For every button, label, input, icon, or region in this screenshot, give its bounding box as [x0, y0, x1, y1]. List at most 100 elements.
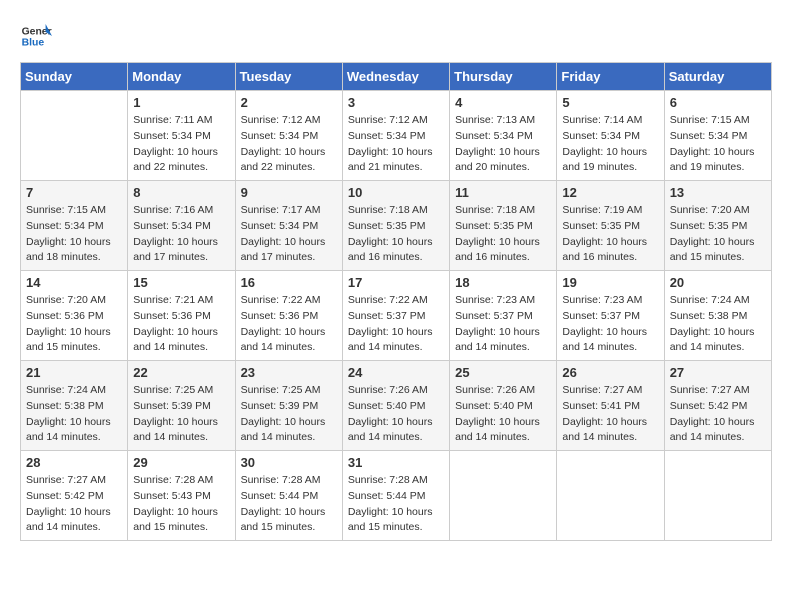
- day-number: 15: [133, 275, 229, 290]
- day-info: Sunrise: 7:25 AMSunset: 5:39 PMDaylight:…: [241, 383, 337, 446]
- day-info: Sunrise: 7:12 AMSunset: 5:34 PMDaylight:…: [241, 113, 337, 176]
- day-info: Sunrise: 7:13 AMSunset: 5:34 PMDaylight:…: [455, 113, 551, 176]
- day-info: Sunrise: 7:28 AMSunset: 5:44 PMDaylight:…: [241, 473, 337, 536]
- day-info: Sunrise: 7:16 AMSunset: 5:34 PMDaylight:…: [133, 203, 229, 266]
- svg-text:Blue: Blue: [22, 38, 45, 49]
- day-number: 17: [348, 275, 444, 290]
- day-info: Sunrise: 7:27 AMSunset: 5:42 PMDaylight:…: [26, 473, 122, 536]
- calendar-cell: 30 Sunrise: 7:28 AMSunset: 5:44 PMDayligh…: [235, 451, 342, 541]
- day-info: Sunrise: 7:27 AMSunset: 5:41 PMDaylight:…: [562, 383, 658, 446]
- day-info: Sunrise: 7:19 AMSunset: 5:35 PMDaylight:…: [562, 203, 658, 266]
- day-number: 18: [455, 275, 551, 290]
- day-number: 5: [562, 95, 658, 110]
- day-info: Sunrise: 7:28 AMSunset: 5:44 PMDaylight:…: [348, 473, 444, 536]
- weekday-tuesday: Tuesday: [235, 63, 342, 91]
- calendar-cell: [21, 91, 128, 181]
- day-number: 11: [455, 185, 551, 200]
- week-row-2: 14 Sunrise: 7:20 AMSunset: 5:36 PMDayligh…: [21, 271, 772, 361]
- day-info: Sunrise: 7:25 AMSunset: 5:39 PMDaylight:…: [133, 383, 229, 446]
- calendar-cell: 19 Sunrise: 7:23 AMSunset: 5:37 PMDayligh…: [557, 271, 664, 361]
- day-number: 22: [133, 365, 229, 380]
- day-number: 1: [133, 95, 229, 110]
- calendar-cell: [557, 451, 664, 541]
- day-info: Sunrise: 7:26 AMSunset: 5:40 PMDaylight:…: [455, 383, 551, 446]
- day-number: 19: [562, 275, 658, 290]
- day-number: 26: [562, 365, 658, 380]
- day-number: 28: [26, 455, 122, 470]
- day-info: Sunrise: 7:20 AMSunset: 5:35 PMDaylight:…: [670, 203, 766, 266]
- day-number: 4: [455, 95, 551, 110]
- day-number: 10: [348, 185, 444, 200]
- weekday-monday: Monday: [128, 63, 235, 91]
- week-row-1: 7 Sunrise: 7:15 AMSunset: 5:34 PMDaylight…: [21, 181, 772, 271]
- calendar-cell: 5Sunrise: 7:14 AMSunset: 5:34 PMDaylight…: [557, 91, 664, 181]
- day-number: 13: [670, 185, 766, 200]
- day-number: 3: [348, 95, 444, 110]
- day-info: Sunrise: 7:15 AMSunset: 5:34 PMDaylight:…: [670, 113, 766, 176]
- weekday-thursday: Thursday: [450, 63, 557, 91]
- calendar-cell: [450, 451, 557, 541]
- calendar-cell: 16 Sunrise: 7:22 AMSunset: 5:36 PMDayligh…: [235, 271, 342, 361]
- calendar-cell: 11 Sunrise: 7:18 AMSunset: 5:35 PMDayligh…: [450, 181, 557, 271]
- calendar-cell: 25 Sunrise: 7:26 AMSunset: 5:40 PMDayligh…: [450, 361, 557, 451]
- day-info: Sunrise: 7:18 AMSunset: 5:35 PMDaylight:…: [455, 203, 551, 266]
- day-number: 12: [562, 185, 658, 200]
- calendar-cell: 26 Sunrise: 7:27 AMSunset: 5:41 PMDayligh…: [557, 361, 664, 451]
- week-row-0: 1Sunrise: 7:11 AMSunset: 5:34 PMDaylight…: [21, 91, 772, 181]
- day-info: Sunrise: 7:23 AMSunset: 5:37 PMDaylight:…: [455, 293, 551, 356]
- day-number: 21: [26, 365, 122, 380]
- day-number: 25: [455, 365, 551, 380]
- calendar-cell: 22 Sunrise: 7:25 AMSunset: 5:39 PMDayligh…: [128, 361, 235, 451]
- day-number: 29: [133, 455, 229, 470]
- calendar-cell: 13 Sunrise: 7:20 AMSunset: 5:35 PMDayligh…: [664, 181, 771, 271]
- calendar-cell: 29 Sunrise: 7:28 AMSunset: 5:43 PMDayligh…: [128, 451, 235, 541]
- day-number: 2: [241, 95, 337, 110]
- calendar-cell: 3 Sunrise: 7:12 AMSunset: 5:34 PMDaylight…: [342, 91, 449, 181]
- week-row-4: 28 Sunrise: 7:27 AMSunset: 5:42 PMDayligh…: [21, 451, 772, 541]
- day-number: 30: [241, 455, 337, 470]
- day-number: 7: [26, 185, 122, 200]
- calendar-cell: 23 Sunrise: 7:25 AMSunset: 5:39 PMDayligh…: [235, 361, 342, 451]
- day-number: 24: [348, 365, 444, 380]
- calendar-table: SundayMondayTuesdayWednesdayThursdayFrid…: [20, 62, 772, 541]
- calendar-body: 1Sunrise: 7:11 AMSunset: 5:34 PMDaylight…: [21, 91, 772, 541]
- weekday-header-row: SundayMondayTuesdayWednesdayThursdayFrid…: [21, 63, 772, 91]
- day-number: 20: [670, 275, 766, 290]
- weekday-sunday: Sunday: [21, 63, 128, 91]
- day-info: Sunrise: 7:15 AMSunset: 5:34 PMDaylight:…: [26, 203, 122, 266]
- weekday-saturday: Saturday: [664, 63, 771, 91]
- weekday-friday: Friday: [557, 63, 664, 91]
- day-info: Sunrise: 7:12 AMSunset: 5:34 PMDaylight:…: [348, 113, 444, 176]
- calendar-cell: 2 Sunrise: 7:12 AMSunset: 5:34 PMDaylight…: [235, 91, 342, 181]
- day-number: 27: [670, 365, 766, 380]
- weekday-wednesday: Wednesday: [342, 63, 449, 91]
- calendar-cell: [664, 451, 771, 541]
- calendar-cell: 27 Sunrise: 7:27 AMSunset: 5:42 PMDayligh…: [664, 361, 771, 451]
- day-number: 31: [348, 455, 444, 470]
- day-info: Sunrise: 7:22 AMSunset: 5:36 PMDaylight:…: [241, 293, 337, 356]
- day-number: 23: [241, 365, 337, 380]
- day-info: Sunrise: 7:26 AMSunset: 5:40 PMDaylight:…: [348, 383, 444, 446]
- day-number: 14: [26, 275, 122, 290]
- calendar-cell: 9Sunrise: 7:17 AMSunset: 5:34 PMDaylight…: [235, 181, 342, 271]
- day-info: Sunrise: 7:18 AMSunset: 5:35 PMDaylight:…: [348, 203, 444, 266]
- calendar-cell: 6 Sunrise: 7:15 AMSunset: 5:34 PMDaylight…: [664, 91, 771, 181]
- calendar-cell: 10 Sunrise: 7:18 AMSunset: 5:35 PMDayligh…: [342, 181, 449, 271]
- calendar-cell: 12 Sunrise: 7:19 AMSunset: 5:35 PMDayligh…: [557, 181, 664, 271]
- day-info: Sunrise: 7:22 AMSunset: 5:37 PMDaylight:…: [348, 293, 444, 356]
- day-number: 6: [670, 95, 766, 110]
- calendar-cell: 18 Sunrise: 7:23 AMSunset: 5:37 PMDayligh…: [450, 271, 557, 361]
- calendar-cell: 24 Sunrise: 7:26 AMSunset: 5:40 PMDayligh…: [342, 361, 449, 451]
- calendar-cell: 31 Sunrise: 7:28 AMSunset: 5:44 PMDayligh…: [342, 451, 449, 541]
- day-info: Sunrise: 7:27 AMSunset: 5:42 PMDaylight:…: [670, 383, 766, 446]
- day-info: Sunrise: 7:21 AMSunset: 5:36 PMDaylight:…: [133, 293, 229, 356]
- day-info: Sunrise: 7:23 AMSunset: 5:37 PMDaylight:…: [562, 293, 658, 356]
- day-info: Sunrise: 7:20 AMSunset: 5:36 PMDaylight:…: [26, 293, 122, 356]
- page-header: General Blue: [20, 20, 772, 52]
- week-row-3: 21Sunrise: 7:24 AMSunset: 5:38 PMDayligh…: [21, 361, 772, 451]
- logo: General Blue: [20, 20, 52, 52]
- calendar-cell: 4 Sunrise: 7:13 AMSunset: 5:34 PMDaylight…: [450, 91, 557, 181]
- calendar-cell: 21Sunrise: 7:24 AMSunset: 5:38 PMDayligh…: [21, 361, 128, 451]
- day-number: 16: [241, 275, 337, 290]
- day-info: Sunrise: 7:28 AMSunset: 5:43 PMDaylight:…: [133, 473, 229, 536]
